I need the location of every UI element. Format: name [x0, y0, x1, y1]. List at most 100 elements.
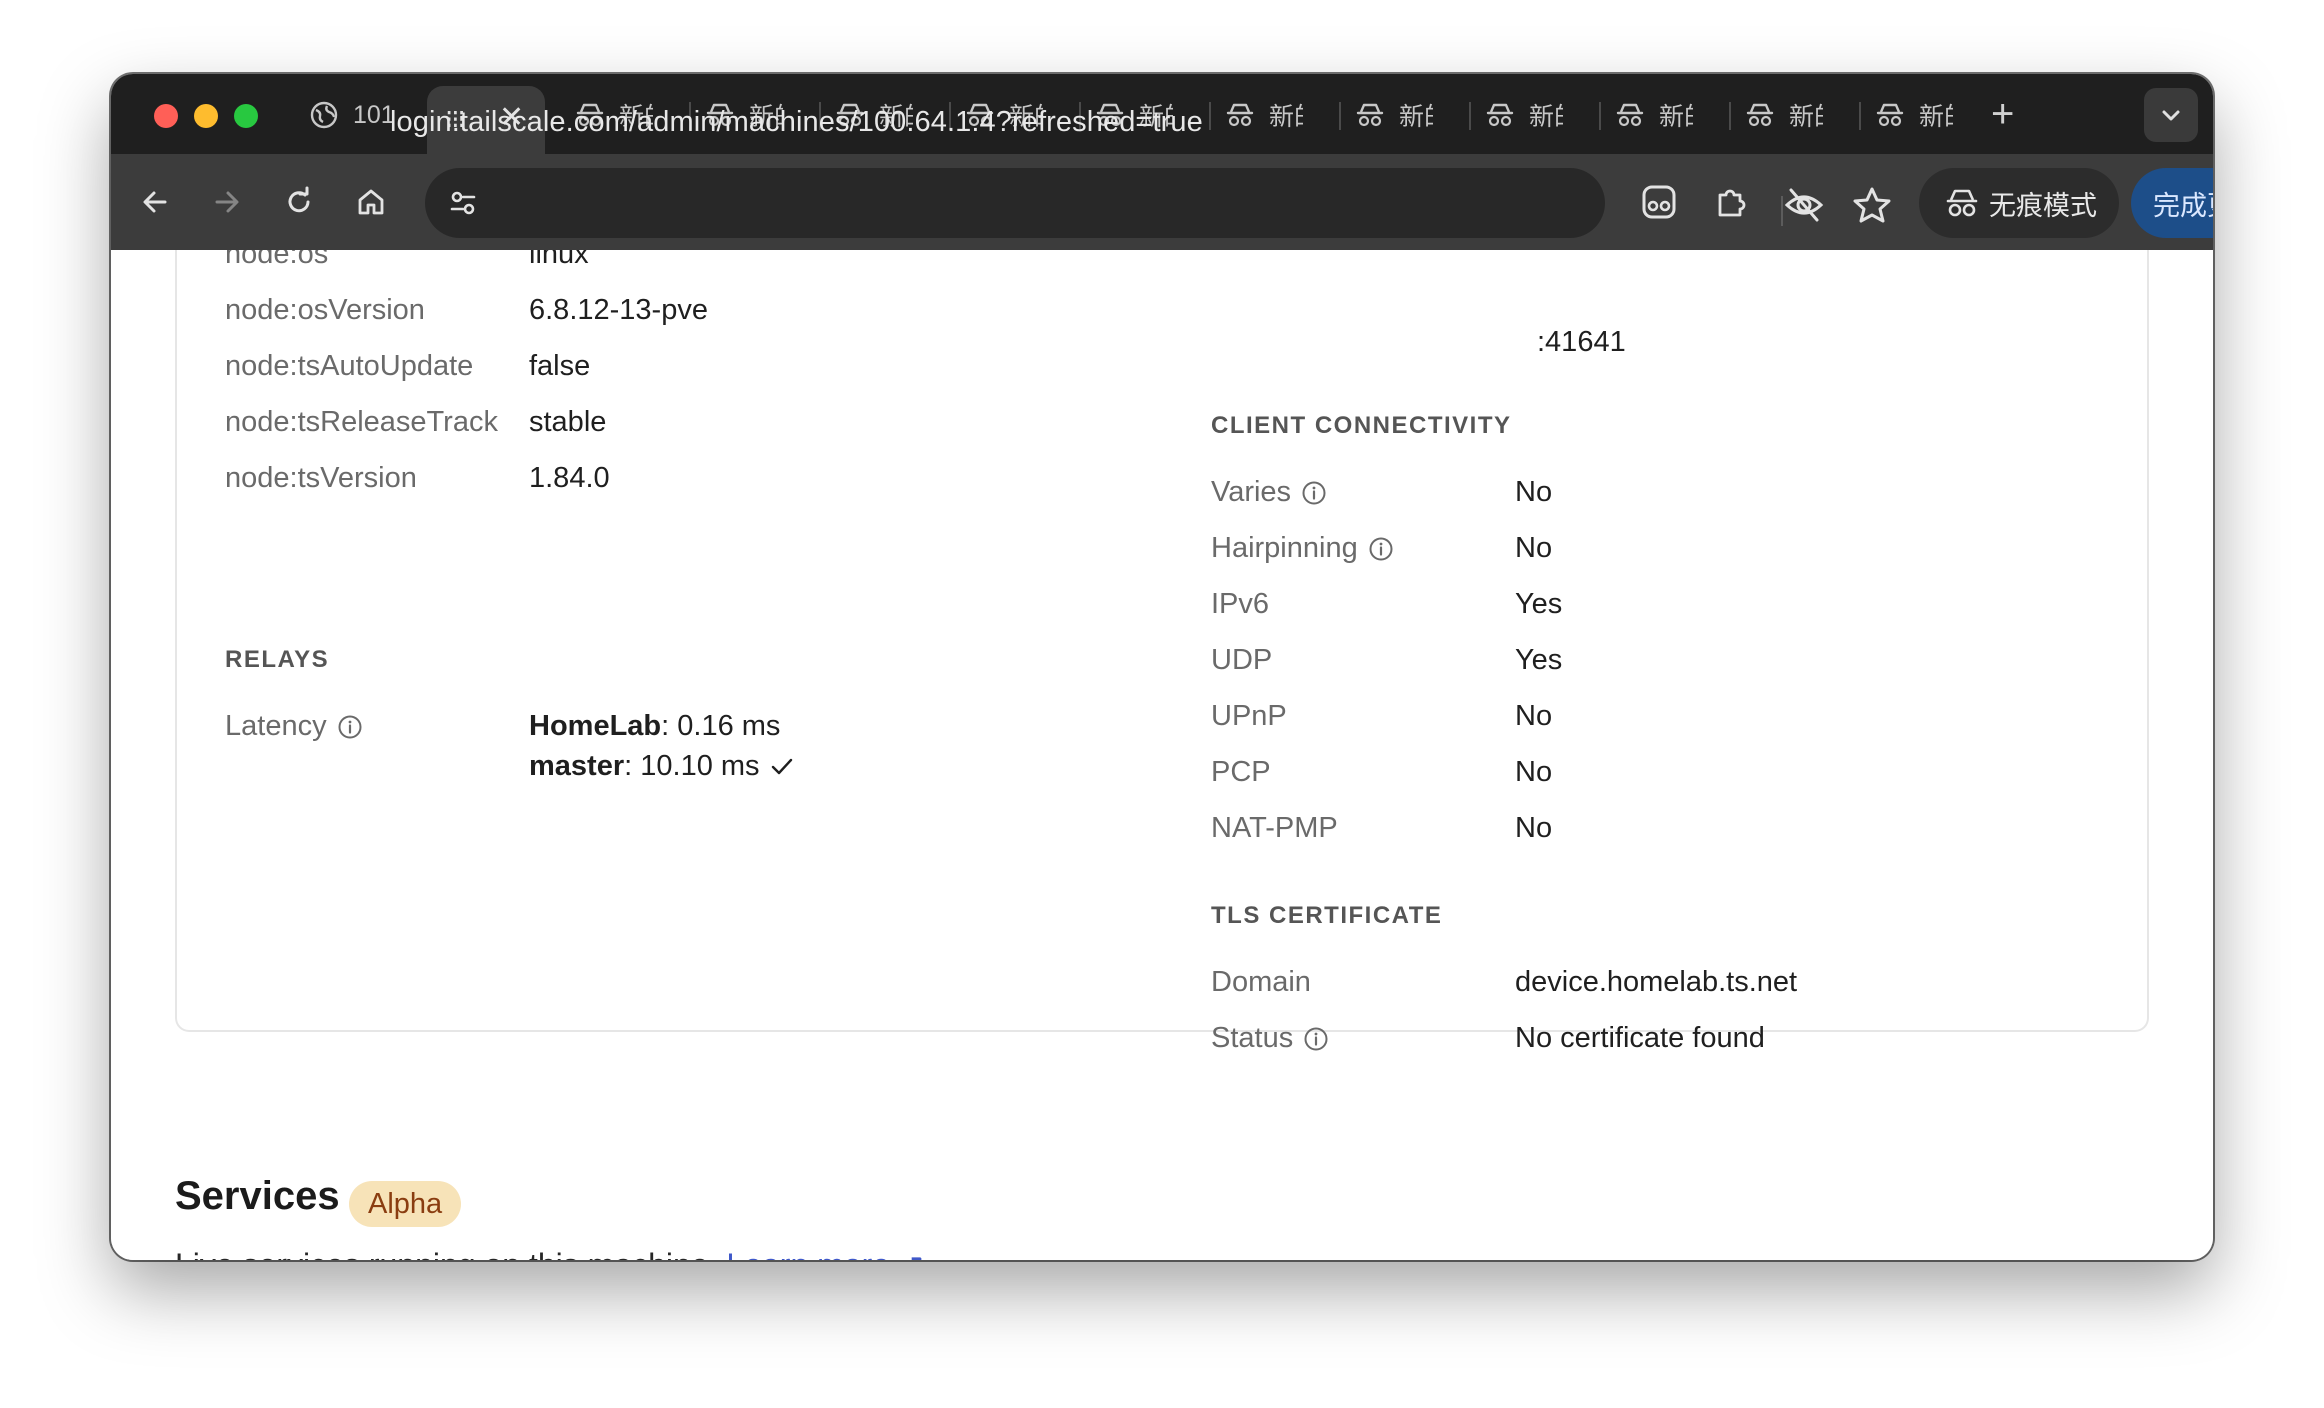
zoom-window-button[interactable] — [234, 104, 258, 128]
connectivity-value: No — [1515, 700, 1553, 732]
bookmark-star-icon[interactable] — [1851, 184, 1893, 226]
tab-title: 新的 — [1269, 103, 1303, 131]
attribute-key: node:tsVersion — [225, 462, 417, 494]
eye-off-icon[interactable] — [1783, 184, 1825, 226]
browser-toolbar: login.tailscale.com/admin/machines/100.6… — [111, 106, 2213, 250]
incognito-icon — [1225, 100, 1255, 130]
attribute-key: node:osVersion — [225, 294, 425, 326]
extension-button[interactable] — [1635, 178, 1683, 226]
relay-name: HomeLab — [529, 710, 662, 742]
tab-separator — [1599, 102, 1601, 130]
puzzle-icon — [1718, 189, 1746, 217]
relay-entry: HomeLab: 0.16 ms — [529, 710, 781, 742]
tab-title: 新的 — [1529, 103, 1563, 131]
tab-separator — [1729, 102, 1731, 130]
close-window-button[interactable] — [154, 104, 178, 128]
relay-entry: master: 10.10 ms — [529, 750, 794, 783]
client-connectivity-heading: CLIENT CONNECTIVITY — [1211, 412, 1512, 439]
info-icon[interactable] — [1368, 536, 1394, 562]
tab-incognito[interactable]: 新的 — [1355, 86, 1433, 144]
incognito-extension-icon — [1642, 185, 1676, 219]
tls-certificate-heading: TLS CERTIFICATE — [1211, 902, 1443, 929]
incognito-icon — [1875, 100, 1905, 130]
attribute-key: node:tsAutoUpdate — [225, 350, 474, 382]
services-title: Services — [175, 1174, 340, 1218]
tune-icon — [450, 191, 476, 215]
connectivity-key: Hairpinning — [1211, 532, 1394, 565]
relays-heading: RELAYS — [225, 646, 330, 673]
tab-incognito[interactable]: 新的 — [1615, 86, 1693, 144]
minimize-window-button[interactable] — [194, 104, 218, 128]
url-text: login.tailscale.com/admin/machines/100.6… — [390, 106, 1203, 138]
connectivity-key: Varies — [1211, 476, 1327, 509]
connectivity-value: Yes — [1515, 588, 1563, 620]
endpoint-port: :41641 — [1537, 326, 1626, 358]
address-bar[interactable] — [425, 168, 1891, 238]
info-icon[interactable] — [1303, 1026, 1329, 1052]
info-icon[interactable] — [1301, 480, 1327, 506]
forward-button[interactable] — [203, 178, 251, 226]
home-icon — [358, 189, 384, 215]
incognito-icon — [1946, 189, 1978, 217]
attribute-key: node:tsReleaseTrack — [225, 406, 498, 438]
update-button[interactable]: 完成更新 — [2131, 168, 2213, 238]
connectivity-key: PCP — [1211, 756, 1271, 788]
connectivity-value: No — [1515, 532, 1553, 564]
arrow-left-icon — [143, 191, 167, 213]
reload-button[interactable] — [275, 178, 323, 226]
tab-title: 新的 — [1659, 103, 1693, 131]
tab-incognito[interactable]: 新的 — [1745, 86, 1823, 144]
connectivity-value: Yes — [1515, 644, 1563, 676]
learn-more-link[interactable]: Learn more ↗ — [726, 1247, 925, 1260]
reload-icon — [288, 186, 310, 213]
update-label: 完成更新 — [2153, 190, 2213, 221]
connectivity-key: UPnP — [1211, 700, 1287, 732]
incognito-label: 无痕模式 — [1989, 190, 2097, 221]
connectivity-key: NAT-PMP — [1211, 812, 1338, 844]
tab-incognito[interactable]: 新的 — [1225, 86, 1303, 144]
connectivity-value: No — [1515, 812, 1553, 844]
tab-search-button[interactable] — [2144, 88, 2198, 142]
tab-title: 新的 — [1399, 103, 1433, 131]
info-icon[interactable] — [337, 714, 363, 740]
page-content: node:os linux node:osVersion 6.8.12-13-pve n… — [111, 250, 2213, 1260]
services-description: Live services running on this machine. L… — [175, 1246, 926, 1260]
incognito-icon — [1615, 100, 1645, 130]
incognito-icon — [1745, 100, 1775, 130]
attribute-value: stable — [529, 406, 607, 438]
tab-separator — [1859, 102, 1861, 130]
incognito-icon — [1355, 100, 1385, 130]
chevron-down-icon — [2162, 110, 2180, 121]
extensions-menu-button[interactable] — [1707, 178, 1755, 226]
alpha-badge: Alpha — [349, 1181, 462, 1227]
tab-101[interactable]: 101 — [309, 86, 395, 144]
latency-label: Latency — [225, 710, 363, 743]
tab-incognito[interactable]: 新的 — [1875, 86, 1953, 144]
tls-value: device.homelab.ts.net — [1515, 966, 1798, 998]
tab-separator — [1469, 102, 1471, 130]
tls-key: Domain — [1211, 966, 1311, 998]
site-info-button[interactable] — [439, 179, 487, 227]
tab-separator — [1339, 102, 1341, 130]
connectivity-value: No — [1515, 756, 1553, 788]
globe-icon — [309, 100, 339, 130]
connectivity-value: No — [1515, 476, 1553, 508]
attribute-value: false — [529, 350, 591, 382]
screen: 101 ⁝⁝⁝ ✕ 新的新的新的新的新的新的新的新的新的新的新的 + — [0, 0, 2324, 1408]
toolbar-divider — [1781, 196, 1783, 226]
arrow-right-icon — [215, 191, 239, 213]
attribute-key: node:os — [225, 250, 329, 270]
home-button[interactable] — [347, 178, 395, 226]
incognito-profile-button[interactable]: 无痕模式 — [1919, 168, 2119, 238]
new-tab-button[interactable]: + — [1991, 92, 2014, 137]
tab-separator — [1209, 102, 1211, 130]
tab-title: 新的 — [1919, 103, 1953, 131]
connectivity-key: UDP — [1211, 644, 1273, 676]
incognito-icon — [1485, 100, 1515, 130]
tab-incognito[interactable]: 新的 — [1485, 86, 1563, 144]
back-button[interactable] — [131, 178, 179, 226]
attribute-value: 6.8.12-13-pve — [529, 294, 708, 326]
external-link-icon: ↗ — [899, 1247, 926, 1260]
relay-latency: 10.10 ms — [640, 750, 760, 782]
check-icon — [771, 758, 792, 774]
